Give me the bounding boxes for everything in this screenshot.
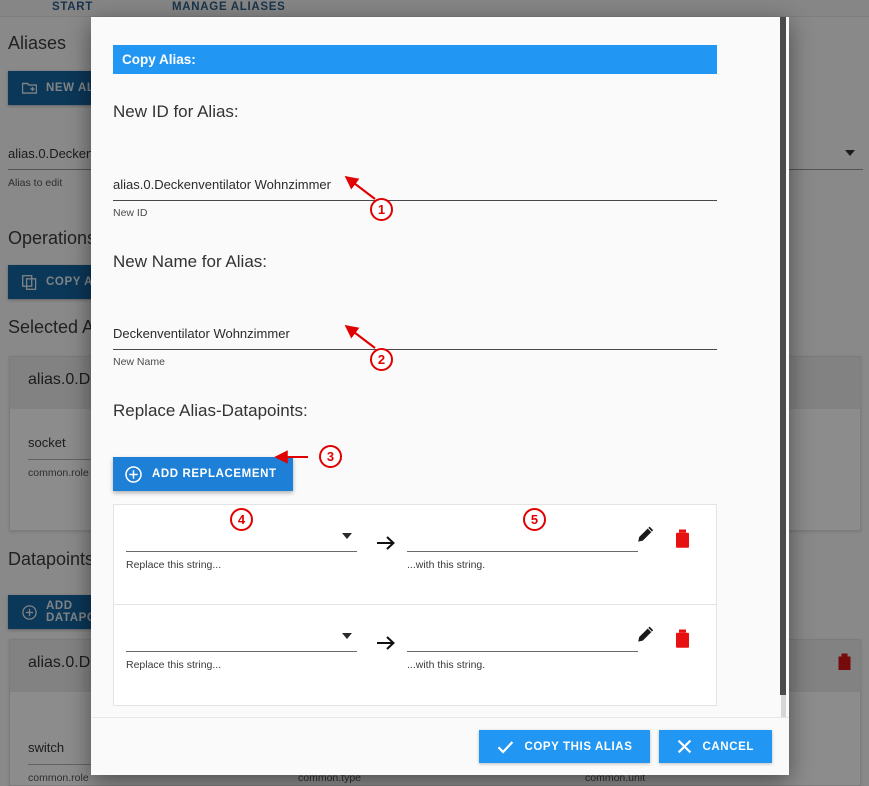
copy-this-alias-button[interactable]: COPY THIS ALIAS [479, 730, 651, 763]
selected-alias-role-caption: common.role [28, 467, 89, 479]
plus-circle-icon [125, 465, 142, 483]
copy-icon [22, 274, 37, 290]
replace-to-rule [407, 651, 638, 652]
delete-datapoint-icon[interactable] [837, 653, 852, 676]
cancel-label: CANCEL [702, 740, 754, 753]
new-id-value[interactable]: alias.0.Deckenventilator Wohnzimmer [113, 174, 717, 196]
check-icon [498, 740, 514, 754]
chevron-down-icon[interactable] [845, 150, 855, 156]
copy-alias-dialog: Copy Alias: New ID for Alias: alias.0.De… [91, 17, 789, 775]
replacement-row: Replace this string... ...with this stri… [113, 504, 717, 605]
new-name-field[interactable]: Deckenventilator Wohnzimmer New Name [113, 323, 717, 368]
replace-from-hint: Replace this string... [126, 659, 222, 671]
new-name-heading: New Name for Alias: [113, 252, 267, 271]
datapoints-heading: Datapoints [8, 549, 95, 569]
replace-from-rule [126, 551, 357, 552]
dialog-footer: COPY THIS ALIAS CANCEL [91, 717, 789, 775]
operations-heading: Operations [8, 228, 97, 248]
tab-manage-aliases[interactable]: MANAGE ALIASES [172, 1, 286, 13]
replacement-rows: Replace this string... ...with this stri… [113, 504, 717, 706]
chevron-down-icon[interactable] [342, 533, 352, 539]
screen: START MANAGE ALIASES Aliases NEW ALIAS a… [0, 0, 869, 786]
edit-pencil-icon[interactable] [635, 525, 655, 550]
new-name-value[interactable]: Deckenventilator Wohnzimmer [113, 323, 717, 345]
add-replacement-label: ADD REPLACEMENT [152, 468, 277, 480]
new-name-rule [113, 349, 717, 350]
replace-from-field[interactable]: Replace this string... [126, 629, 357, 671]
app-tabbar: START MANAGE ALIASES [0, 0, 869, 17]
dialog-titlebar: Copy Alias: [113, 45, 717, 74]
replacement-row: Replace this string... ...with this stri… [113, 605, 717, 706]
replace-to-field[interactable]: ...with this string. [407, 629, 638, 671]
scrollbar-thumb[interactable] [780, 17, 786, 695]
datapoint-role-caption: common.role [28, 772, 89, 784]
add-replacement-button[interactable]: ADD REPLACEMENT [113, 457, 293, 491]
delete-replacement-icon[interactable] [674, 529, 691, 554]
delete-replacement-icon[interactable] [674, 629, 691, 654]
arrow-right-icon [372, 633, 400, 658]
tab-start[interactable]: START [52, 1, 93, 13]
replace-to-hint: ...with this string. [407, 659, 486, 671]
selected-alias-role-value: socket [28, 435, 66, 450]
replace-to-field[interactable]: ...with this string. [407, 529, 638, 571]
cancel-button[interactable]: CANCEL [659, 730, 772, 763]
dialog-scrollbar[interactable] [777, 17, 789, 717]
replace-from-field[interactable]: Replace this string... [126, 529, 357, 571]
new-folder-icon [22, 82, 37, 94]
new-id-rule [113, 200, 717, 201]
replace-from-rule [126, 651, 357, 652]
aliases-heading: Aliases [8, 33, 67, 53]
chevron-down-icon[interactable] [342, 633, 352, 639]
dialog-scroll-content: Copy Alias: New ID for Alias: alias.0.De… [91, 17, 748, 717]
copy-this-alias-label: COPY THIS ALIAS [524, 740, 633, 753]
replace-from-hint: Replace this string... [126, 559, 222, 571]
new-id-hint: New ID [113, 207, 148, 219]
alias-select-caption: Alias to edit [8, 177, 63, 189]
arrow-right-icon [372, 533, 400, 558]
close-icon [678, 739, 692, 754]
dialog-title: Copy Alias: [122, 52, 196, 67]
plus-circle-icon [22, 604, 37, 620]
new-id-field[interactable]: alias.0.Deckenventilator Wohnzimmer New … [113, 174, 717, 219]
new-id-heading: New ID for Alias: [113, 102, 239, 121]
datapoint-role-value: switch [28, 740, 65, 755]
replace-datapoints-heading: Replace Alias-Datapoints: [113, 401, 308, 420]
edit-pencil-icon[interactable] [635, 625, 655, 650]
dialog-body: Copy Alias: New ID for Alias: alias.0.De… [91, 17, 789, 717]
replace-to-rule [407, 551, 638, 552]
replace-to-hint: ...with this string. [407, 559, 486, 571]
new-name-hint: New Name [113, 356, 165, 368]
